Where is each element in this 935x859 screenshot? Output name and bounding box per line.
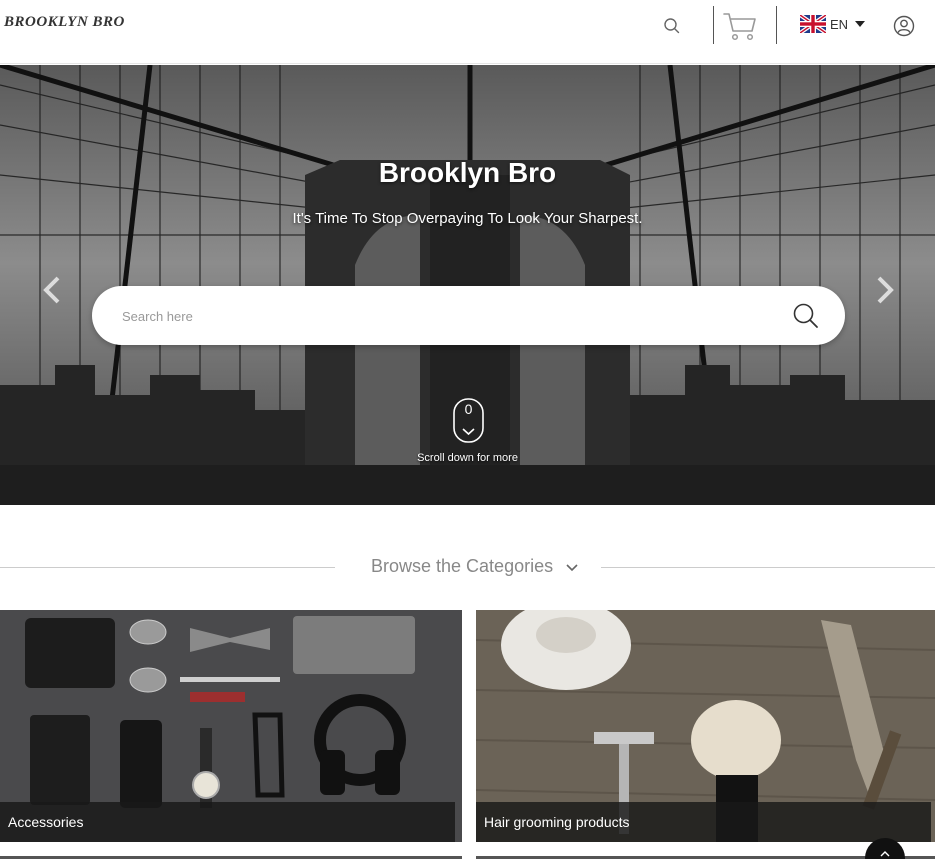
hero-subtitle: It's Time To Stop Overpaying To Look You… xyxy=(292,210,643,227)
chevron-right-icon[interactable] xyxy=(873,275,897,305)
user-icon[interactable] xyxy=(893,15,915,37)
chevron-down-icon[interactable] xyxy=(565,562,579,574)
scroll-to-top-button[interactable] xyxy=(865,838,905,859)
hero-title: Brooklyn Bro xyxy=(378,157,557,188)
category-label: Accessories xyxy=(0,802,455,842)
divider-line xyxy=(0,567,335,568)
browse-categories-label[interactable]: Browse the Categories xyxy=(371,556,553,577)
header-divider xyxy=(713,6,714,44)
category-card-accessories[interactable]: Accessories xyxy=(0,610,462,842)
hero-search-bar xyxy=(92,286,845,345)
uk-flag-icon xyxy=(800,15,826,33)
chevron-down-icon xyxy=(855,21,866,27)
search-input[interactable] xyxy=(122,304,762,328)
category-card-hair-grooming[interactable]: Hair grooming products xyxy=(476,610,935,842)
hero-banner: Brooklyn Bro It's Time To Stop Overpayin… xyxy=(0,65,935,505)
mouse-scroll-icon[interactable]: 0 xyxy=(453,398,484,443)
site-header: BROOKLYN BRO EN xyxy=(0,0,935,64)
scroll-hint: Scroll down for more xyxy=(417,452,518,464)
divider-line xyxy=(601,567,935,568)
search-icon[interactable] xyxy=(792,302,820,330)
browse-categories-heading: Browse the Categories xyxy=(0,556,935,580)
scroll-digit: 0 xyxy=(465,401,473,417)
arrow-up-icon xyxy=(880,851,890,857)
site-logo[interactable]: BROOKLYN BRO xyxy=(4,14,125,31)
chevron-left-icon[interactable] xyxy=(40,275,64,305)
language-selector[interactable]: EN xyxy=(800,15,866,33)
category-label: Hair grooming products xyxy=(476,802,931,842)
cart-icon[interactable] xyxy=(722,10,758,42)
header-divider xyxy=(776,6,777,44)
language-label: EN xyxy=(830,16,849,32)
search-icon[interactable] xyxy=(662,16,682,36)
